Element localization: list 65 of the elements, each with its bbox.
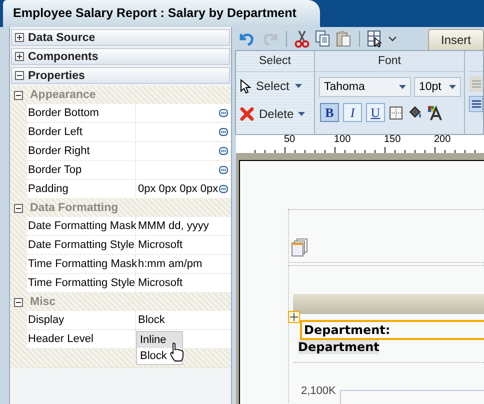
property-value: MMM dd, yyyy (138, 220, 209, 232)
underline-button[interactable]: U (366, 103, 385, 122)
property-value: Microsoft (138, 239, 183, 251)
field-value: Department (298, 340, 380, 354)
ruler-number: 50 (284, 135, 296, 145)
fill-bucket-icon[interactable] (407, 104, 423, 120)
font-size-dropdown[interactable]: 10pt (414, 77, 461, 97)
collapse-icon[interactable] (15, 71, 24, 80)
move-icon[interactable] (288, 311, 300, 323)
layout-icon[interactable] (367, 30, 383, 48)
window-title: Employee Salary Report : Salary by Department (3, 0, 320, 27)
property-name: Border Bottom (27, 104, 136, 122)
property-name: Border Left (27, 123, 136, 141)
align-icon[interactable] (469, 96, 483, 112)
font-color-icon[interactable] (427, 104, 443, 120)
property-name: Time Formatting Mask (27, 255, 136, 273)
caret-icon (298, 112, 305, 116)
pointer-icon (240, 78, 251, 94)
italic-button[interactable]: I (343, 103, 362, 122)
property-value: 0px 0px 0px 0px (138, 183, 218, 195)
property-value: h:mm am/pm (138, 258, 202, 270)
dropdown-option[interactable]: Inline (137, 332, 182, 348)
group-title: Select (236, 51, 314, 72)
ellipsis-icon[interactable] (219, 109, 228, 117)
font-dropdown[interactable]: Tahoma (319, 77, 411, 97)
property-value: Block (138, 314, 165, 326)
collapse-icon[interactable] (14, 298, 23, 306)
property-name: Padding (27, 180, 136, 198)
expand-icon[interactable] (15, 52, 24, 61)
collapse-icon[interactable] (14, 90, 23, 100)
property-name: Border Right (27, 142, 136, 160)
ellipsis-icon[interactable] (219, 166, 228, 174)
caret-icon (295, 84, 302, 88)
ruler-number: 150 (384, 135, 402, 145)
expand-icon[interactable] (15, 33, 24, 42)
property-name: Date Formatting Mask (27, 217, 136, 235)
field-label[interactable]: Department: (300, 320, 484, 340)
border-icon[interactable] (389, 106, 403, 120)
pages-icon (291, 238, 309, 257)
ribbon-tab[interactable]: Insert (428, 29, 484, 50)
delete-button[interactable]: Delete (236, 100, 314, 128)
group-title: Font (315, 51, 464, 72)
ellipsis-icon[interactable] (219, 128, 228, 136)
select-button[interactable]: Select (236, 72, 314, 100)
property-name: Border Top (27, 161, 136, 179)
ellipsis-icon[interactable] (219, 147, 228, 155)
copy-icon[interactable] (315, 30, 331, 47)
property-value: Microsoft (138, 277, 183, 289)
ellipsis-icon[interactable] (219, 185, 228, 193)
ruler-number: 100 (334, 135, 352, 145)
caret-icon[interactable] (388, 36, 397, 42)
axis-label: 2,100K (301, 385, 336, 397)
paste-icon[interactable] (336, 30, 352, 47)
property-name: Display (27, 311, 136, 329)
property-name: Date Formatting Style (27, 236, 136, 254)
ruler-number: 200 (434, 135, 452, 145)
panel-header[interactable]: Properties (28, 70, 85, 82)
caret-icon (449, 85, 456, 89)
collapse-icon[interactable] (14, 204, 23, 212)
x-icon (240, 107, 254, 121)
scissors-icon[interactable] (294, 30, 310, 48)
property-name: Time Formatting Style (27, 274, 136, 292)
caret-icon (398, 85, 406, 89)
undo-icon[interactable] (238, 30, 256, 46)
bold-button[interactable]: B (320, 103, 339, 122)
